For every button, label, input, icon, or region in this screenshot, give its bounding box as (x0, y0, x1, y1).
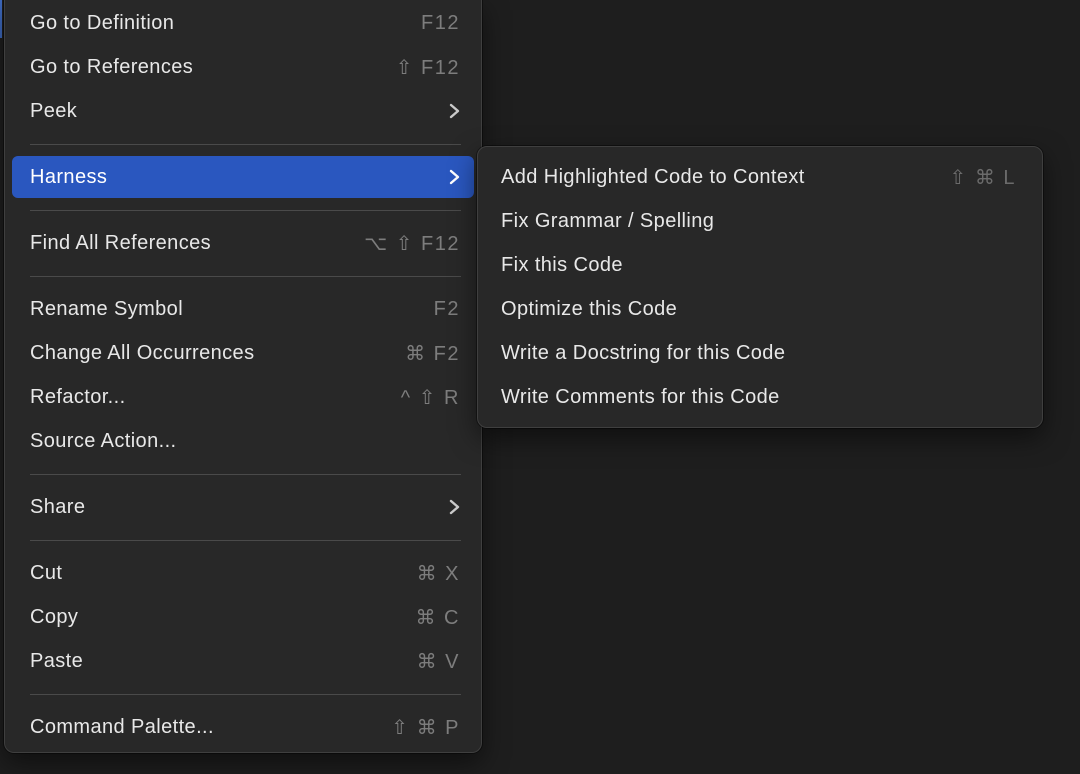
menu-separator (5, 265, 481, 287)
menu-item-shortcut: ⇧ ⌘ P (391, 715, 460, 740)
menu-item-label: Command Palette... (30, 716, 391, 739)
menu-item-shortcut: ⌘ V (417, 649, 460, 674)
screen: Go to Definition F12 Go to References ⇧ … (0, 0, 1080, 774)
menu-item-paste[interactable]: Paste ⌘ V (5, 639, 481, 683)
menu-item-copy[interactable]: Copy ⌘ C (5, 595, 481, 639)
menu-item-label: Cut (30, 562, 417, 585)
menu-item-shortcut: F12 (421, 12, 460, 35)
menu-item-shortcut: ⌘ F2 (405, 341, 460, 366)
menu-separator (5, 199, 481, 221)
submenu-item-write-a-docstring-for-this-code[interactable]: Write a Docstring for this Code (478, 331, 1042, 375)
menu-item-source-action[interactable]: Source Action... (5, 419, 481, 463)
editor-selection-fragment (0, 0, 2, 38)
menu-item-label: Copy (30, 606, 416, 629)
menu-item-cut[interactable]: Cut ⌘ X (5, 551, 481, 595)
menu-item-label: Harness (30, 166, 437, 189)
menu-item-label: Paste (30, 650, 417, 673)
menu-item-peek[interactable]: Peek (5, 89, 481, 133)
menu-separator (5, 683, 481, 705)
menu-item-label: Rename Symbol (30, 298, 434, 321)
submenu-item-fix-this-code[interactable]: Fix this Code (478, 243, 1042, 287)
menu-item-command-palette[interactable]: Command Palette... ⇧ ⌘ P (5, 705, 481, 749)
menu-item-shortcut: ⌘ X (417, 561, 460, 586)
menu-item-label: Share (30, 496, 437, 519)
menu-item-label: Write Comments for this Code (501, 386, 1016, 409)
menu-item-find-all-references[interactable]: Find All References ⌥ ⇧ F12 (5, 221, 481, 265)
menu-item-shortcut: ⌘ C (416, 605, 461, 630)
menu-item-shortcut: F2 (434, 298, 460, 321)
menu-item-rename-symbol[interactable]: Rename Symbol F2 (5, 287, 481, 331)
menu-item-go-to-references[interactable]: Go to References ⇧ F12 (5, 45, 481, 89)
chevron-right-icon (449, 499, 460, 515)
chevron-right-icon (449, 103, 460, 119)
menu-item-label: Change All Occurrences (30, 342, 405, 365)
menu-separator (5, 133, 481, 155)
menu-item-go-to-definition[interactable]: Go to Definition F12 (5, 1, 481, 45)
menu-item-label: Fix Grammar / Spelling (501, 210, 1016, 233)
editor-context-menu: Go to Definition F12 Go to References ⇧ … (4, 0, 482, 753)
chevron-right-icon (449, 169, 460, 185)
menu-item-label: Find All References (30, 232, 364, 255)
submenu-item-optimize-this-code[interactable]: Optimize this Code (478, 287, 1042, 331)
submenu-item-add-highlighted-code-to-context[interactable]: Add Highlighted Code to Context ⇧ ⌘ L (478, 155, 1042, 199)
menu-item-label: Go to Definition (30, 12, 421, 35)
menu-item-shortcut: ⌥ ⇧ F12 (364, 231, 460, 256)
submenu-item-write-comments-for-this-code[interactable]: Write Comments for this Code (478, 375, 1042, 419)
menu-item-shortcut: ⇧ ⌘ L (950, 165, 1017, 190)
menu-item-label: Source Action... (30, 430, 460, 453)
menu-item-label: Fix this Code (501, 254, 1016, 277)
menu-separator (5, 529, 481, 551)
menu-item-label: Add Highlighted Code to Context (501, 166, 950, 189)
menu-item-change-all-occurrences[interactable]: Change All Occurrences ⌘ F2 (5, 331, 481, 375)
menu-item-shortcut: ⇧ F12 (396, 55, 460, 80)
harness-submenu: Add Highlighted Code to Context ⇧ ⌘ L Fi… (477, 146, 1043, 428)
menu-item-share[interactable]: Share (5, 485, 481, 529)
menu-item-label: Peek (30, 100, 437, 123)
menu-item-label: Optimize this Code (501, 298, 1016, 321)
menu-item-shortcut: ^ ⇧ R (401, 385, 460, 410)
menu-item-label: Refactor... (30, 386, 401, 409)
menu-item-refactor[interactable]: Refactor... ^ ⇧ R (5, 375, 481, 419)
menu-item-harness[interactable]: Harness (12, 156, 474, 198)
menu-item-label: Write a Docstring for this Code (501, 342, 1016, 365)
menu-item-label: Go to References (30, 56, 396, 79)
menu-separator (5, 463, 481, 485)
submenu-item-fix-grammar-spelling[interactable]: Fix Grammar / Spelling (478, 199, 1042, 243)
